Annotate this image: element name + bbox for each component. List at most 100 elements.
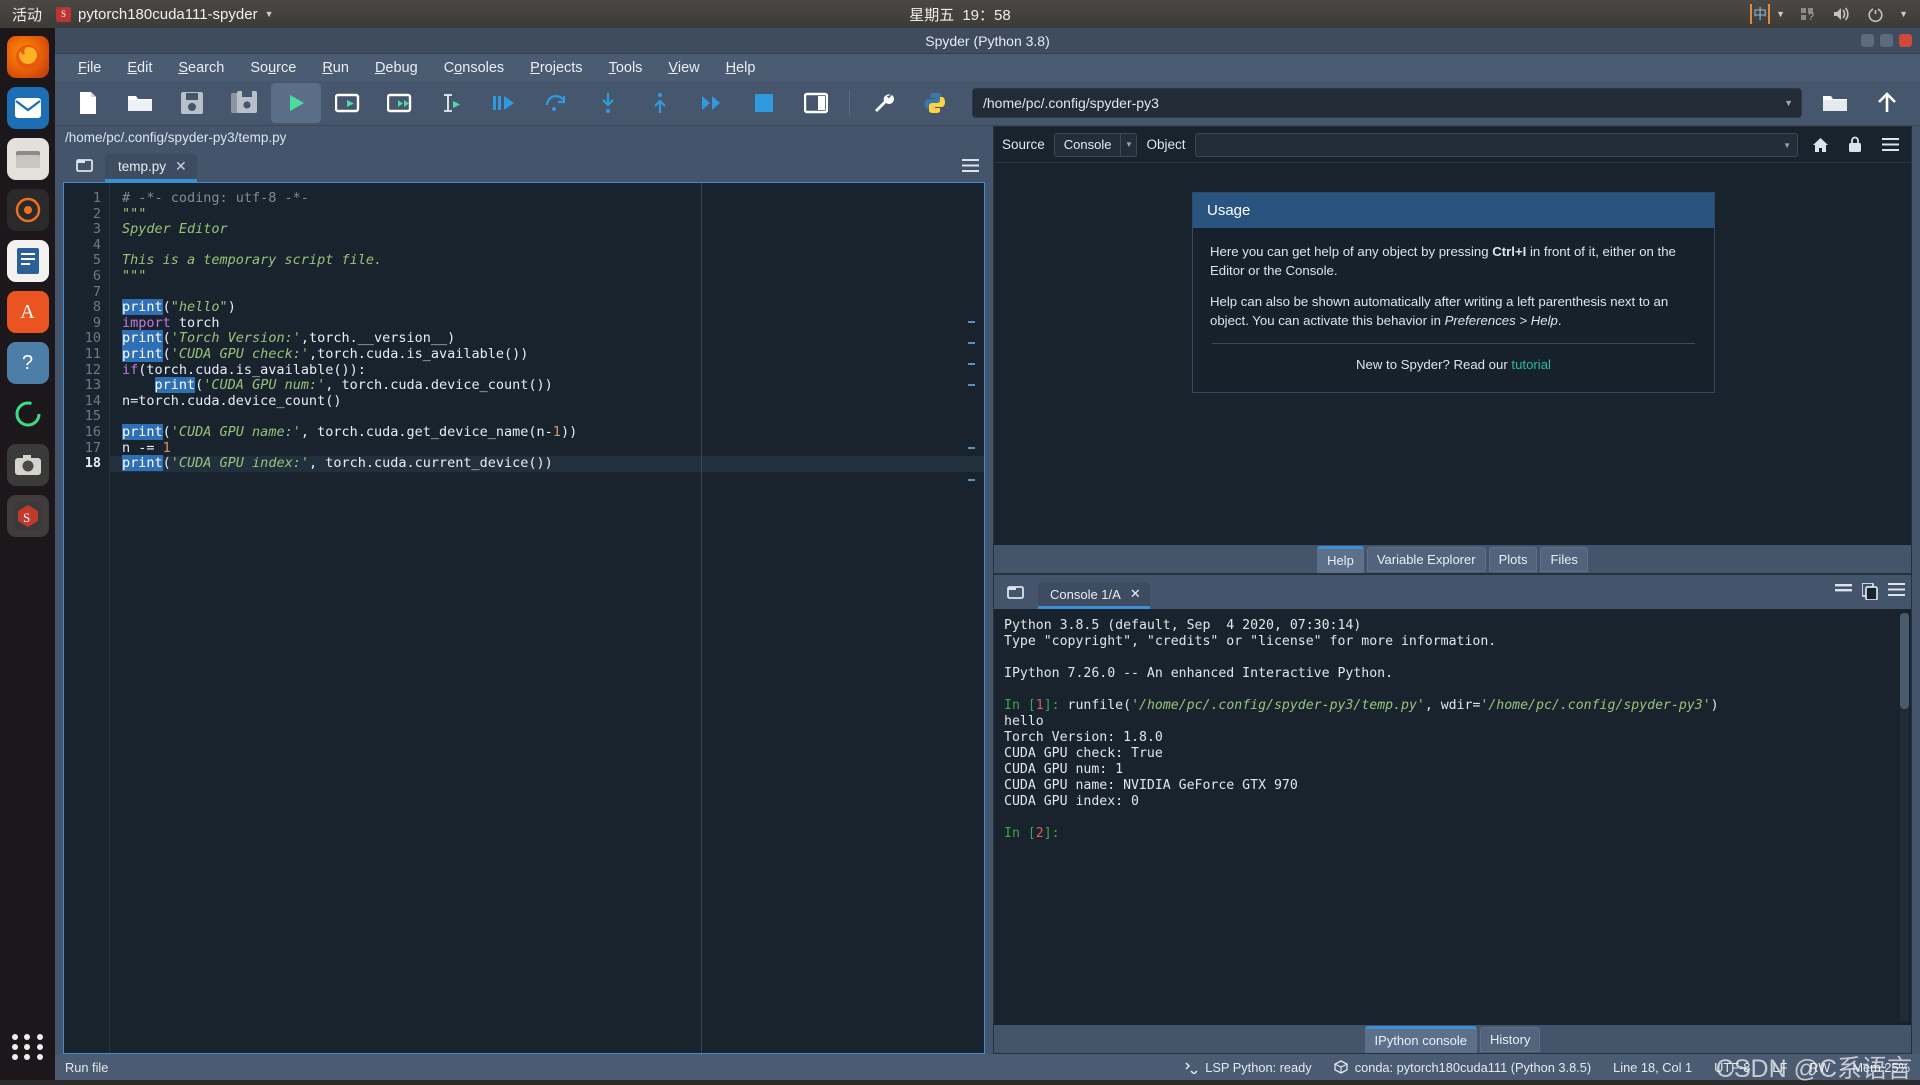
- help-home-icon[interactable]: [1807, 132, 1833, 158]
- stop-debug-button[interactable]: [739, 83, 789, 123]
- code-line[interactable]: print('CUDA GPU num:', torch.cuda.device…: [110, 377, 984, 394]
- code-line[interactable]: [110, 238, 984, 254]
- menu-view[interactable]: View: [657, 57, 710, 79]
- code-line[interactable]: print('Torch Version:',torch.__version__…: [110, 330, 984, 347]
- tab-variable-explorer[interactable]: Variable Explorer: [1366, 546, 1486, 572]
- editor-options-menu-icon[interactable]: [962, 159, 979, 177]
- browse-consoles-icon[interactable]: [1000, 578, 1030, 606]
- minimize-button[interactable]: [1861, 34, 1874, 47]
- show-applications-button[interactable]: [11, 1030, 45, 1064]
- dock-item-rhythmbox[interactable]: [6, 189, 49, 231]
- console-tab-1a[interactable]: Console 1/A ✕: [1038, 582, 1150, 609]
- continue-button[interactable]: [687, 83, 737, 123]
- menu-search[interactable]: Search: [167, 57, 235, 79]
- save-file-button[interactable]: [167, 83, 217, 123]
- code-line[interactable]: import torch: [110, 315, 984, 332]
- code-scroll-area[interactable]: # -*- coding: utf-8 -*- """ Spyder Editor …: [110, 183, 984, 1053]
- dock-item-files[interactable]: [6, 138, 49, 180]
- console-output[interactable]: Python 3.8.5 (default, Sep 4 2020, 07:30…: [994, 609, 1911, 1025]
- run-cell-button[interactable]: [323, 83, 373, 123]
- chevron-down-icon[interactable]: ▼: [1784, 98, 1793, 108]
- maximize-button[interactable]: [1880, 34, 1893, 47]
- clock[interactable]: 星期五 19：58: [0, 4, 1920, 25]
- code-line[interactable]: [110, 285, 984, 301]
- chevron-down-icon[interactable]: ▼: [1120, 133, 1136, 156]
- activities-button[interactable]: 活动: [0, 4, 56, 25]
- working-directory-input[interactable]: /home/pc/.config/spyder-py3 ▼: [972, 88, 1802, 118]
- dock-item-spyder[interactable]: S: [6, 495, 49, 537]
- input-method-indicator[interactable]: 中 ▼: [1750, 4, 1785, 24]
- dock-item-firefox[interactable]: [6, 36, 49, 78]
- code-line[interactable]: print('CUDA GPU name:', torch.cuda.get_d…: [110, 423, 984, 441]
- code-line[interactable]: """: [110, 268, 984, 285]
- tab-files[interactable]: Files: [1540, 546, 1588, 572]
- dock-item-progress-ring[interactable]: [7, 393, 49, 435]
- console-options-menu-icon[interactable]: [1888, 583, 1905, 605]
- menu-source[interactable]: Source: [239, 57, 307, 79]
- preferences-button[interactable]: [858, 83, 908, 123]
- close-icon[interactable]: ✕: [175, 158, 187, 175]
- chevron-down-icon[interactable]: ▼: [1899, 9, 1908, 19]
- power-icon[interactable]: [1867, 6, 1884, 23]
- menu-consoles[interactable]: Consoles: [433, 57, 515, 79]
- code-line[interactable]: This is a temporary script file.: [110, 253, 984, 269]
- code-line[interactable]: print("hello"): [110, 299, 984, 316]
- tutorial-link[interactable]: tutorial: [1511, 357, 1551, 372]
- step-return-button[interactable]: [635, 83, 685, 123]
- run-cell-advance-button[interactable]: [375, 83, 425, 123]
- tab-plots[interactable]: Plots: [1488, 546, 1538, 572]
- browse-tabs-icon[interactable]: [69, 151, 99, 179]
- help-object-input[interactable]: ▼: [1194, 132, 1798, 157]
- lock-icon[interactable]: [1842, 132, 1868, 158]
- code-line[interactable]: Spyder Editor: [110, 221, 984, 238]
- dock-item-thunderbird[interactable]: [6, 87, 49, 129]
- tab-help[interactable]: Help: [1317, 545, 1364, 573]
- menu-help[interactable]: Help: [715, 57, 767, 79]
- editor-tab-temp-py[interactable]: temp.py ✕: [105, 154, 197, 182]
- debug-file-button[interactable]: [479, 83, 529, 123]
- browse-directory-button[interactable]: [1810, 83, 1860, 123]
- code-line[interactable]: [110, 409, 984, 425]
- menu-file[interactable]: File: [67, 57, 112, 79]
- tab-history[interactable]: History: [1480, 1026, 1541, 1052]
- close-icon[interactable]: ✕: [1130, 586, 1141, 602]
- save-all-button[interactable]: [219, 83, 269, 123]
- dock-item-help[interactable]: ?: [6, 342, 49, 384]
- help-options-menu-icon[interactable]: [1877, 132, 1903, 158]
- code-line[interactable]: # -*- coding: utf-8 -*-: [110, 190, 984, 207]
- dock-item-libreoffice-writer[interactable]: [6, 240, 49, 282]
- new-console-icon[interactable]: [1861, 582, 1878, 605]
- parent-directory-button[interactable]: [1862, 83, 1912, 123]
- maximize-pane-button[interactable]: [791, 83, 841, 123]
- pythonpath-button[interactable]: [910, 83, 960, 123]
- code-line[interactable]: if(torch.cuda.is_available()):: [110, 362, 984, 379]
- code-line[interactable]: print('CUDA GPU index:', torch.cuda.curr…: [110, 455, 984, 472]
- dock-item-screenshot[interactable]: [6, 444, 49, 486]
- code-line[interactable]: """: [110, 206, 984, 223]
- code-content[interactable]: # -*- coding: utf-8 -*- """ Spyder Editor …: [110, 183, 984, 472]
- chevron-down-icon[interactable]: ▼: [1783, 141, 1791, 150]
- window-menu[interactable]: S pytorch180cuda111-spyder ▼: [56, 6, 274, 23]
- code-line[interactable]: n=torch.cuda.device_count(): [110, 393, 984, 410]
- remove-all-variables-icon[interactable]: [1835, 583, 1852, 605]
- code-editor[interactable]: 1 2 3 4 5 6 7 8 9 10 11 12 13 14 15 16 17 18 # -*- coding…: [63, 182, 985, 1054]
- keyboard-icon[interactable]: ?: [1800, 7, 1817, 22]
- run-selection-button[interactable]: [427, 83, 477, 123]
- code-line[interactable]: print('CUDA GPU check:',torch.cuda.is_av…: [110, 345, 984, 363]
- menu-edit[interactable]: Edit: [116, 57, 163, 79]
- open-file-button[interactable]: [115, 83, 165, 123]
- run-file-button[interactable]: [271, 83, 321, 123]
- new-file-button[interactable]: [63, 83, 113, 123]
- conda-status[interactable]: conda: pytorch180cuda111 (Python 3.8.5): [1334, 1060, 1591, 1075]
- volume-icon[interactable]: [1832, 6, 1852, 22]
- step-over-button[interactable]: [531, 83, 581, 123]
- step-into-button[interactable]: [583, 83, 633, 123]
- close-button[interactable]: [1899, 34, 1912, 47]
- help-source-select[interactable]: Console ▼: [1053, 132, 1138, 157]
- code-line[interactable]: n -= 1: [110, 440, 984, 457]
- dock-item-ubuntu-software[interactable]: A: [6, 291, 49, 333]
- tab-ipython-console[interactable]: IPython console: [1364, 1025, 1478, 1053]
- menu-tools[interactable]: Tools: [598, 57, 654, 79]
- menu-debug[interactable]: Debug: [364, 57, 429, 79]
- menu-projects[interactable]: Projects: [519, 57, 593, 79]
